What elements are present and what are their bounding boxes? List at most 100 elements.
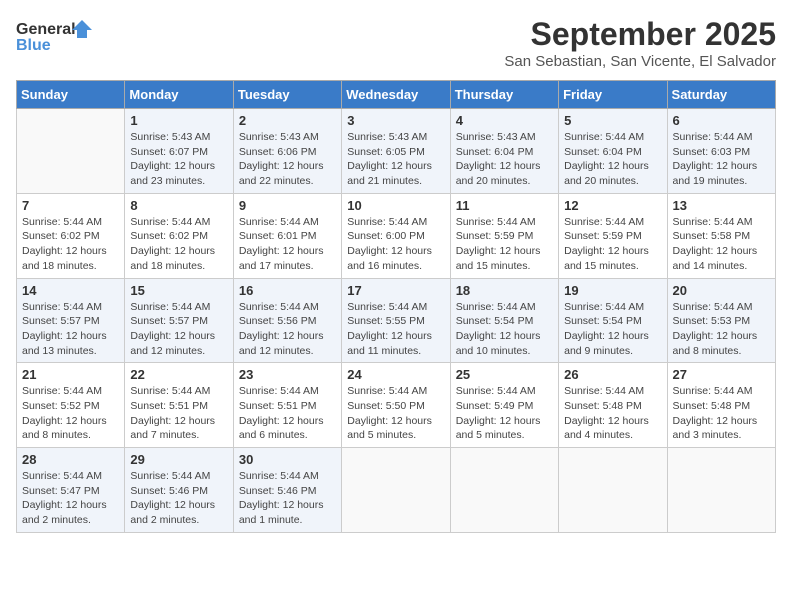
col-header-tuesday: Tuesday — [233, 81, 341, 109]
calendar-cell: 19 Sunrise: 5:44 AMSunset: 5:54 PMDayligh… — [559, 278, 667, 363]
day-number: 24 — [347, 367, 444, 382]
calendar-cell: 24 Sunrise: 5:44 AMSunset: 5:50 PMDayligh… — [342, 363, 450, 448]
day-number: 25 — [456, 367, 553, 382]
location-subtitle: San Sebastian, San Vicente, El Salvador — [504, 53, 776, 70]
day-number: 28 — [22, 452, 119, 467]
day-number: 20 — [673, 283, 770, 298]
day-info: Sunrise: 5:44 AMSunset: 5:50 PMDaylight:… — [347, 384, 444, 443]
day-info: Sunrise: 5:43 AMSunset: 6:07 PMDaylight:… — [130, 130, 227, 189]
calendar-week-row: 14 Sunrise: 5:44 AMSunset: 5:57 PMDayligh… — [17, 278, 776, 363]
day-info: Sunrise: 5:44 AMSunset: 5:56 PMDaylight:… — [239, 300, 336, 359]
calendar-week-row: 21Sunrise: 5:44 AMSunset: 5:52 PMDayligh… — [17, 363, 776, 448]
logo-svg: GeneralBlue — [16, 16, 96, 61]
calendar-cell: 20 Sunrise: 5:44 AMSunset: 5:53 PMDayligh… — [667, 278, 775, 363]
day-info: Sunrise: 5:44 AMSunset: 5:51 PMDaylight:… — [239, 384, 336, 443]
day-number: 12 — [564, 198, 661, 213]
calendar-cell — [667, 448, 775, 533]
calendar-cell: 5Sunrise: 5:44 AMSunset: 6:04 PMDaylight… — [559, 109, 667, 194]
day-number: 4 — [456, 113, 553, 128]
calendar-cell: 17 Sunrise: 5:44 AMSunset: 5:55 PMDayligh… — [342, 278, 450, 363]
day-number: 7 — [22, 198, 119, 213]
calendar-table: SundayMondayTuesdayWednesdayThursdayFrid… — [16, 80, 776, 533]
day-info: Sunrise: 5:44 AMSunset: 5:59 PMDaylight:… — [564, 215, 661, 274]
day-info: Sunrise: 5:44 AMSunset: 5:59 PMDaylight:… — [456, 215, 553, 274]
calendar-cell: 23 Sunrise: 5:44 AMSunset: 5:51 PMDayligh… — [233, 363, 341, 448]
calendar-cell: 9Sunrise: 5:44 AMSunset: 6:01 PMDaylight… — [233, 193, 341, 278]
day-info: Sunrise: 5:44 AMSunset: 5:49 PMDaylight:… — [456, 384, 553, 443]
day-number: 8 — [130, 198, 227, 213]
svg-text:Blue: Blue — [16, 37, 51, 54]
calendar-week-row: 7 Sunrise: 5:44 AMSunset: 6:02 PMDaylight… — [17, 193, 776, 278]
calendar-cell: 6Sunrise: 5:44 AMSunset: 6:03 PMDaylight… — [667, 109, 775, 194]
day-number: 5 — [564, 113, 661, 128]
calendar-week-row: 28 Sunrise: 5:44 AMSunset: 5:47 PMDayligh… — [17, 448, 776, 533]
calendar-cell: 21Sunrise: 5:44 AMSunset: 5:52 PMDayligh… — [17, 363, 125, 448]
svg-text:General: General — [16, 21, 76, 38]
day-number: 23 — [239, 367, 336, 382]
calendar-week-row: 1 Sunrise: 5:43 AMSunset: 6:07 PMDaylight… — [17, 109, 776, 194]
day-number: 17 — [347, 283, 444, 298]
calendar-cell: 15 Sunrise: 5:44 AMSunset: 5:57 PMDayligh… — [125, 278, 233, 363]
calendar-cell — [559, 448, 667, 533]
day-number: 13 — [673, 198, 770, 213]
day-number: 16 — [239, 283, 336, 298]
col-header-saturday: Saturday — [667, 81, 775, 109]
day-number: 27 — [673, 367, 770, 382]
day-info: Sunrise: 5:44 AMSunset: 6:00 PMDaylight:… — [347, 215, 444, 274]
calendar-cell: 22 Sunrise: 5:44 AMSunset: 5:51 PMDayligh… — [125, 363, 233, 448]
logo: GeneralBlue — [16, 16, 96, 61]
calendar-header-row: SundayMondayTuesdayWednesdayThursdayFrid… — [17, 81, 776, 109]
day-number: 22 — [130, 367, 227, 382]
calendar-cell — [450, 448, 558, 533]
day-number: 26 — [564, 367, 661, 382]
calendar-cell: 28 Sunrise: 5:44 AMSunset: 5:47 PMDayligh… — [17, 448, 125, 533]
day-number: 1 — [130, 113, 227, 128]
day-info: Sunrise: 5:43 AMSunset: 6:06 PMDaylight:… — [239, 130, 336, 189]
day-number: 30 — [239, 452, 336, 467]
day-number: 19 — [564, 283, 661, 298]
day-info: Sunrise: 5:44 AMSunset: 5:46 PMDaylight:… — [130, 469, 227, 528]
calendar-cell — [342, 448, 450, 533]
day-info: Sunrise: 5:44 AMSunset: 6:02 PMDaylight:… — [22, 215, 119, 274]
calendar-cell: 30Sunrise: 5:44 AMSunset: 5:46 PMDayligh… — [233, 448, 341, 533]
day-info: Sunrise: 5:43 AMSunset: 6:05 PMDaylight:… — [347, 130, 444, 189]
day-info: Sunrise: 5:44 AMSunset: 5:57 PMDaylight:… — [130, 300, 227, 359]
day-info: Sunrise: 5:44 AMSunset: 5:51 PMDaylight:… — [130, 384, 227, 443]
day-info: Sunrise: 5:44 AMSunset: 5:48 PMDaylight:… — [673, 384, 770, 443]
calendar-cell: 27 Sunrise: 5:44 AMSunset: 5:48 PMDayligh… — [667, 363, 775, 448]
day-info: Sunrise: 5:44 AMSunset: 5:53 PMDaylight:… — [673, 300, 770, 359]
day-info: Sunrise: 5:44 AMSunset: 5:48 PMDaylight:… — [564, 384, 661, 443]
title-area: September 2025 San Sebastian, San Vicent… — [504, 16, 776, 70]
calendar-cell: 29Sunrise: 5:44 AMSunset: 5:46 PMDayligh… — [125, 448, 233, 533]
calendar-cell: 14Sunrise: 5:44 AMSunset: 5:57 PMDayligh… — [17, 278, 125, 363]
calendar-cell: 25 Sunrise: 5:44 AMSunset: 5:49 PMDayligh… — [450, 363, 558, 448]
day-number: 3 — [347, 113, 444, 128]
calendar-cell: 26 Sunrise: 5:44 AMSunset: 5:48 PMDayligh… — [559, 363, 667, 448]
day-number: 14 — [22, 283, 119, 298]
day-info: Sunrise: 5:44 AMSunset: 5:54 PMDaylight:… — [456, 300, 553, 359]
day-info: Sunrise: 5:44 AMSunset: 5:58 PMDaylight:… — [673, 215, 770, 274]
day-number: 11 — [456, 198, 553, 213]
day-info: Sunrise: 5:43 AMSunset: 6:04 PMDaylight:… — [456, 130, 553, 189]
day-info: Sunrise: 5:44 AMSunset: 5:54 PMDaylight:… — [564, 300, 661, 359]
col-header-wednesday: Wednesday — [342, 81, 450, 109]
day-number: 21 — [22, 367, 119, 382]
day-info: Sunrise: 5:44 AMSunset: 6:02 PMDaylight:… — [130, 215, 227, 274]
col-header-thursday: Thursday — [450, 81, 558, 109]
calendar-cell: 10 Sunrise: 5:44 AMSunset: 6:00 PMDayligh… — [342, 193, 450, 278]
calendar-cell: 2 Sunrise: 5:43 AMSunset: 6:06 PMDaylight… — [233, 109, 341, 194]
calendar-cell: 12 Sunrise: 5:44 AMSunset: 5:59 PMDayligh… — [559, 193, 667, 278]
col-header-monday: Monday — [125, 81, 233, 109]
day-number: 15 — [130, 283, 227, 298]
day-info: Sunrise: 5:44 AMSunset: 5:47 PMDaylight:… — [22, 469, 119, 528]
calendar-cell: 4 Sunrise: 5:43 AMSunset: 6:04 PMDaylight… — [450, 109, 558, 194]
col-header-sunday: Sunday — [17, 81, 125, 109]
day-number: 2 — [239, 113, 336, 128]
day-number: 10 — [347, 198, 444, 213]
calendar-cell: 11 Sunrise: 5:44 AMSunset: 5:59 PMDayligh… — [450, 193, 558, 278]
calendar-cell: 18Sunrise: 5:44 AMSunset: 5:54 PMDayligh… — [450, 278, 558, 363]
month-title: September 2025 — [504, 16, 776, 53]
calendar-cell: 3 Sunrise: 5:43 AMSunset: 6:05 PMDaylight… — [342, 109, 450, 194]
col-header-friday: Friday — [559, 81, 667, 109]
day-info: Sunrise: 5:44 AMSunset: 5:55 PMDaylight:… — [347, 300, 444, 359]
